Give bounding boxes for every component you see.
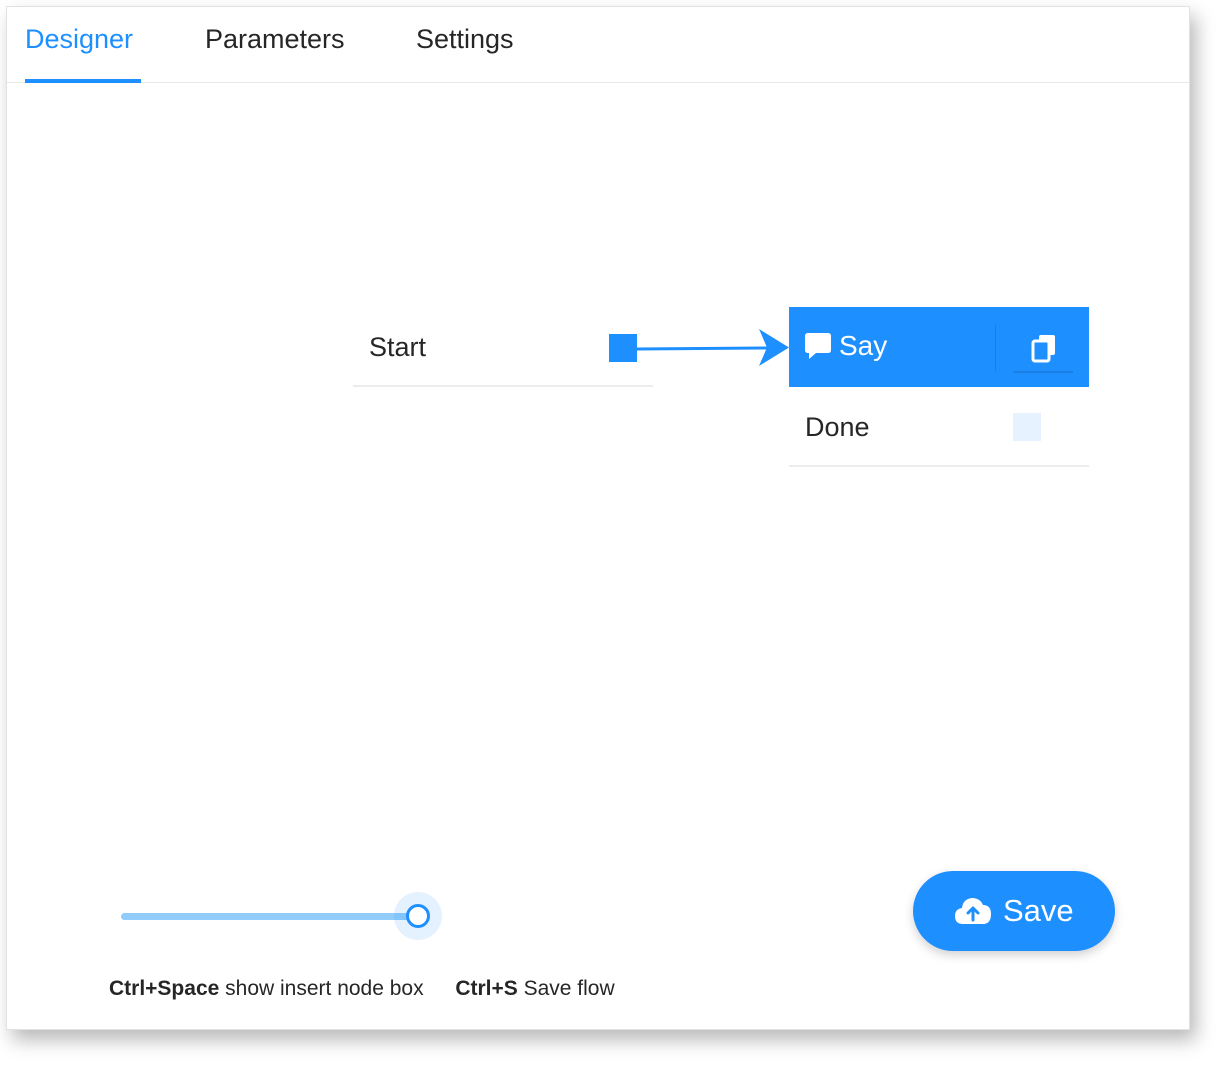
designer-canvas[interactable]: Start Say Done Ctrl+Space show insert no… <box>7 83 1189 1029</box>
cloud-upload-icon <box>955 898 991 924</box>
zoom-slider[interactable] <box>121 891 451 941</box>
copy-node-button[interactable] <box>1013 325 1073 373</box>
say-node-header[interactable]: Say <box>789 307 1089 387</box>
tab-bar: Designer Parameters Settings <box>7 7 1189 83</box>
output-label: Done <box>805 412 870 442</box>
start-output-port[interactable] <box>609 334 637 362</box>
shortcut-description: show insert node box <box>225 977 424 1000</box>
slider-thumb[interactable] <box>406 904 430 928</box>
start-node[interactable]: Start <box>353 307 653 387</box>
header-divider <box>995 325 996 371</box>
connection-arrow[interactable] <box>636 323 797 373</box>
tab-settings[interactable]: Settings <box>416 23 514 55</box>
say-node[interactable]: Say Done <box>789 307 1089 467</box>
shortcut-keys: Ctrl+Space <box>109 977 220 1000</box>
save-button-label: Save <box>1003 893 1074 928</box>
tab-designer[interactable]: Designer <box>25 23 133 55</box>
slider-track[interactable] <box>121 913 418 920</box>
say-node-title: Say <box>839 330 888 361</box>
shortcut-hints: Ctrl+Space show insert node box Ctrl+S S… <box>109 976 615 1002</box>
copy-icon <box>1031 335 1055 363</box>
flow-editor-panel: Designer Parameters Settings Start Say D… <box>6 6 1190 1030</box>
start-node-label: Start <box>369 332 427 362</box>
say-output-done[interactable]: Done <box>789 387 1089 467</box>
speech-bubble-icon <box>805 333 831 359</box>
shortcut-description: Save flow <box>523 977 615 1000</box>
done-output-port[interactable] <box>1013 413 1041 441</box>
save-button[interactable]: Save <box>913 871 1115 951</box>
tab-parameters[interactable]: Parameters <box>205 23 345 55</box>
shortcut-keys: Ctrl+S <box>455 977 518 1000</box>
